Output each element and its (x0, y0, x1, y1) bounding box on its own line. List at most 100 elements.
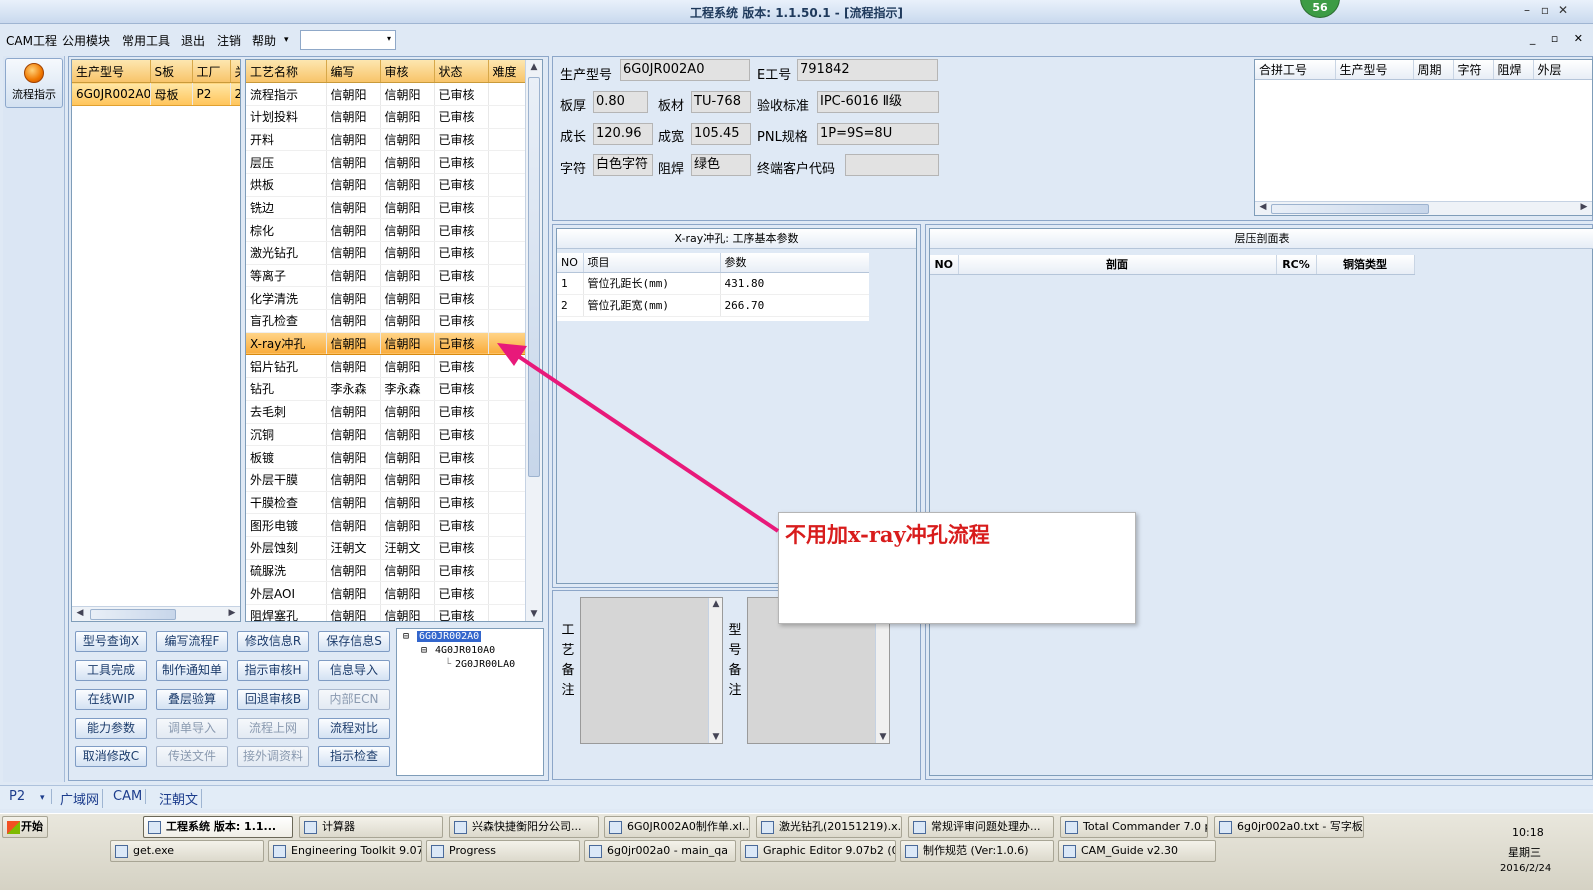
status-dropdown-icon[interactable]: ▾ (37, 793, 48, 803)
taskbar-item[interactable]: 常规评审问题处理办... (908, 816, 1054, 838)
process-row[interactable]: 计划投料 信朝阳 信朝阳 已审核 (246, 105, 526, 129)
scroll-right-icon[interactable]: ▶ (225, 608, 239, 618)
process-header-author[interactable]: 编写 (326, 60, 381, 84)
action-button-17[interactable]: 传送文件 (156, 746, 228, 767)
process-row[interactable]: 去毛刺 信朝阳 信朝阳 已审核 (246, 400, 526, 424)
minimize-button[interactable]: – (1518, 3, 1536, 17)
action-button-4[interactable]: 工具完成 (75, 660, 147, 681)
scroll-up-icon[interactable]: ▲ (709, 599, 723, 609)
action-button-9[interactable]: 叠层验算 (156, 689, 228, 710)
clock-time[interactable]: 10:18 (1512, 826, 1544, 839)
scroll-left-icon[interactable]: ◀ (73, 608, 87, 618)
action-button-6[interactable]: 指示审核H (237, 660, 309, 681)
process-row[interactable]: 化学清洗 信朝阳 信朝阳 已审核 (246, 286, 526, 311)
action-button-5[interactable]: 制作通知单 (156, 660, 228, 681)
taskbar-item[interactable]: 制作规范 (Ver:1.0.6) (900, 840, 1054, 862)
flow-indicator-button[interactable]: 流程指示 (5, 58, 63, 108)
info-field[interactable] (845, 154, 939, 176)
info-field[interactable]: 791842 (797, 59, 938, 81)
scroll-left-icon[interactable]: ◀ (1256, 202, 1270, 212)
process-remark-textarea[interactable]: ▲ ▼ (580, 597, 723, 744)
scroll-down-icon[interactable]: ▼ (876, 732, 890, 742)
info-field[interactable]: 1P=9S=8U (817, 123, 939, 145)
info-field[interactable]: 120.96 (593, 123, 653, 145)
taskbar-item[interactable]: 计算器 (299, 816, 443, 838)
process-row[interactable]: 激光钻孔 信朝阳 信朝阳 已审核 (246, 241, 526, 265)
process-header-reviewer[interactable]: 审核 (380, 60, 435, 84)
merge-hscroll-thumb[interactable] (1271, 204, 1429, 214)
info-field[interactable]: 105.45 (691, 123, 751, 145)
toolbar-combo[interactable]: ▾ (300, 30, 396, 50)
taskbar-item[interactable]: get.exe (110, 840, 264, 862)
action-button-10[interactable]: 回退审核B (237, 689, 309, 710)
action-button-3[interactable]: 保存信息S (318, 631, 390, 652)
taskbar-item[interactable]: 激光钻孔(20151219).x... (756, 816, 902, 838)
start-button[interactable]: 开始 (2, 816, 48, 838)
merge-header-outer[interactable]: 外层 (1533, 60, 1592, 80)
orders-header-factory[interactable]: 工厂 (192, 60, 231, 84)
merge-header-period[interactable]: 周期 (1413, 60, 1454, 80)
process-vscroll-thumb[interactable] (528, 77, 540, 477)
process-row[interactable]: 硫脲洗 信朝阳 信朝阳 已审核 (246, 559, 526, 583)
taskbar-item[interactable]: Graphic Editor 9.07b2 (0... (740, 840, 896, 862)
process-row[interactable]: 棕化 信朝阳 信朝阳 已审核 (246, 218, 526, 242)
menu-help[interactable]: 帮助 (252, 32, 276, 49)
action-button-14[interactable]: 流程上网 (237, 718, 309, 739)
menu-tools[interactable]: 常用工具 (122, 32, 170, 49)
merge-header-char[interactable]: 字符 (1453, 60, 1494, 80)
action-button-16[interactable]: 取消修改C (75, 746, 147, 767)
close-button[interactable]: ✕ (1554, 3, 1572, 17)
tree-root-node[interactable]: 6G0JR002A0 (417, 631, 482, 642)
process-header-name[interactable]: 工艺名称 (246, 60, 327, 84)
taskbar-item[interactable]: CAM_Guide v2.30 (1058, 840, 1216, 862)
taskbar-item[interactable]: 6g0jr002a0 - main_qa (584, 840, 736, 862)
xray-cell[interactable]: 431.80 (720, 272, 869, 295)
info-field[interactable]: IPC-6016 Ⅱ级 (817, 91, 939, 113)
process-row[interactable]: 烘板 信朝阳 信朝阳 已审核 (246, 173, 526, 197)
action-button-15[interactable]: 流程对比 (318, 718, 390, 739)
action-button-8[interactable]: 在线WIP (75, 689, 147, 710)
tree-grandchild-node[interactable]: 2G0JR00LA0 (455, 659, 515, 670)
action-button-13[interactable]: 调单导入 (156, 718, 228, 739)
xray-cell[interactable]: 266.70 (720, 294, 869, 317)
help-dropdown-icon[interactable]: ▾ (284, 35, 289, 45)
process-vscroll[interactable]: ▲ ▼ (525, 60, 542, 621)
action-button-0[interactable]: 型号查询X (75, 631, 147, 652)
action-button-1[interactable]: 编写流程F (156, 631, 228, 652)
maximize-button[interactable]: ▫ (1536, 3, 1554, 17)
scroll-right-icon[interactable]: ▶ (1577, 202, 1591, 212)
process-row[interactable]: 开料 信朝阳 信朝阳 已审核 (246, 128, 526, 152)
process-row[interactable]: 钻孔 李永森 李永森 已审核 (246, 377, 526, 401)
taskbar-item[interactable]: 工程系统 版本: 1.1... (143, 816, 293, 838)
process-row[interactable]: X-ray冲孔 信朝阳 信朝阳 已审核 (246, 331, 526, 356)
merge-hscroll[interactable]: ◀ ▶ (1255, 201, 1592, 215)
table-row[interactable]: 1 管位孔距长(mm) 431.80 (557, 272, 869, 295)
process-header-difficulty[interactable]: 难度 (488, 60, 526, 84)
taskbar-item[interactable]: Progress (426, 840, 580, 862)
process-row[interactable]: 外层AOI 信朝阳 信朝阳 已审核 (246, 581, 526, 605)
process-row[interactable]: 板镀 信朝阳 信朝阳 已审核 (246, 445, 526, 469)
action-button-19[interactable]: 指示检查 (318, 746, 390, 767)
menu-public-module[interactable]: 公用模块 (62, 32, 110, 49)
scroll-down-icon[interactable]: ▼ (527, 609, 541, 619)
action-button-12[interactable]: 能力参数 (75, 718, 147, 739)
info-field[interactable]: 绿色 (691, 154, 751, 176)
process-row[interactable]: 图形电镀 信朝阳 信朝阳 已审核 (246, 513, 526, 537)
process-row[interactable]: 盲孔检查 信朝阳 信朝阳 已审核 (246, 309, 526, 333)
taskbar-item[interactable]: Total Commander 7.0 p... (1060, 816, 1208, 838)
scroll-down-icon[interactable]: ▼ (709, 732, 723, 742)
taskbar-item[interactable]: 兴森快捷衡阳分公司... (449, 816, 599, 838)
action-button-7[interactable]: 信息导入 (318, 660, 390, 681)
tree-child-node[interactable]: 4G0JR010A0 (435, 645, 495, 656)
process-row[interactable]: 铣边 信朝阳 信朝阳 已审核 (246, 196, 526, 220)
merge-header-job[interactable]: 合拼工号 (1255, 60, 1336, 80)
merge-header-model[interactable]: 生产型号 (1335, 60, 1414, 80)
orders-hscroll-thumb[interactable] (90, 609, 176, 620)
menu-exit[interactable]: 退出 (181, 32, 205, 49)
mdi-window-controls[interactable]: _ ▫ ✕ (1530, 32, 1589, 45)
orders-header-s[interactable]: S板 (150, 60, 193, 84)
process-row[interactable]: 沉铜 信朝阳 信朝阳 已审核 (246, 423, 526, 447)
taskbar-item[interactable]: 6G0JR002A0制作单.xl... (604, 816, 750, 838)
taskbar-item[interactable]: 6g0jr002a0.txt - 写字板 (1214, 816, 1364, 838)
process-row[interactable]: 外层干膜 信朝阳 信朝阳 已审核 (246, 468, 526, 492)
